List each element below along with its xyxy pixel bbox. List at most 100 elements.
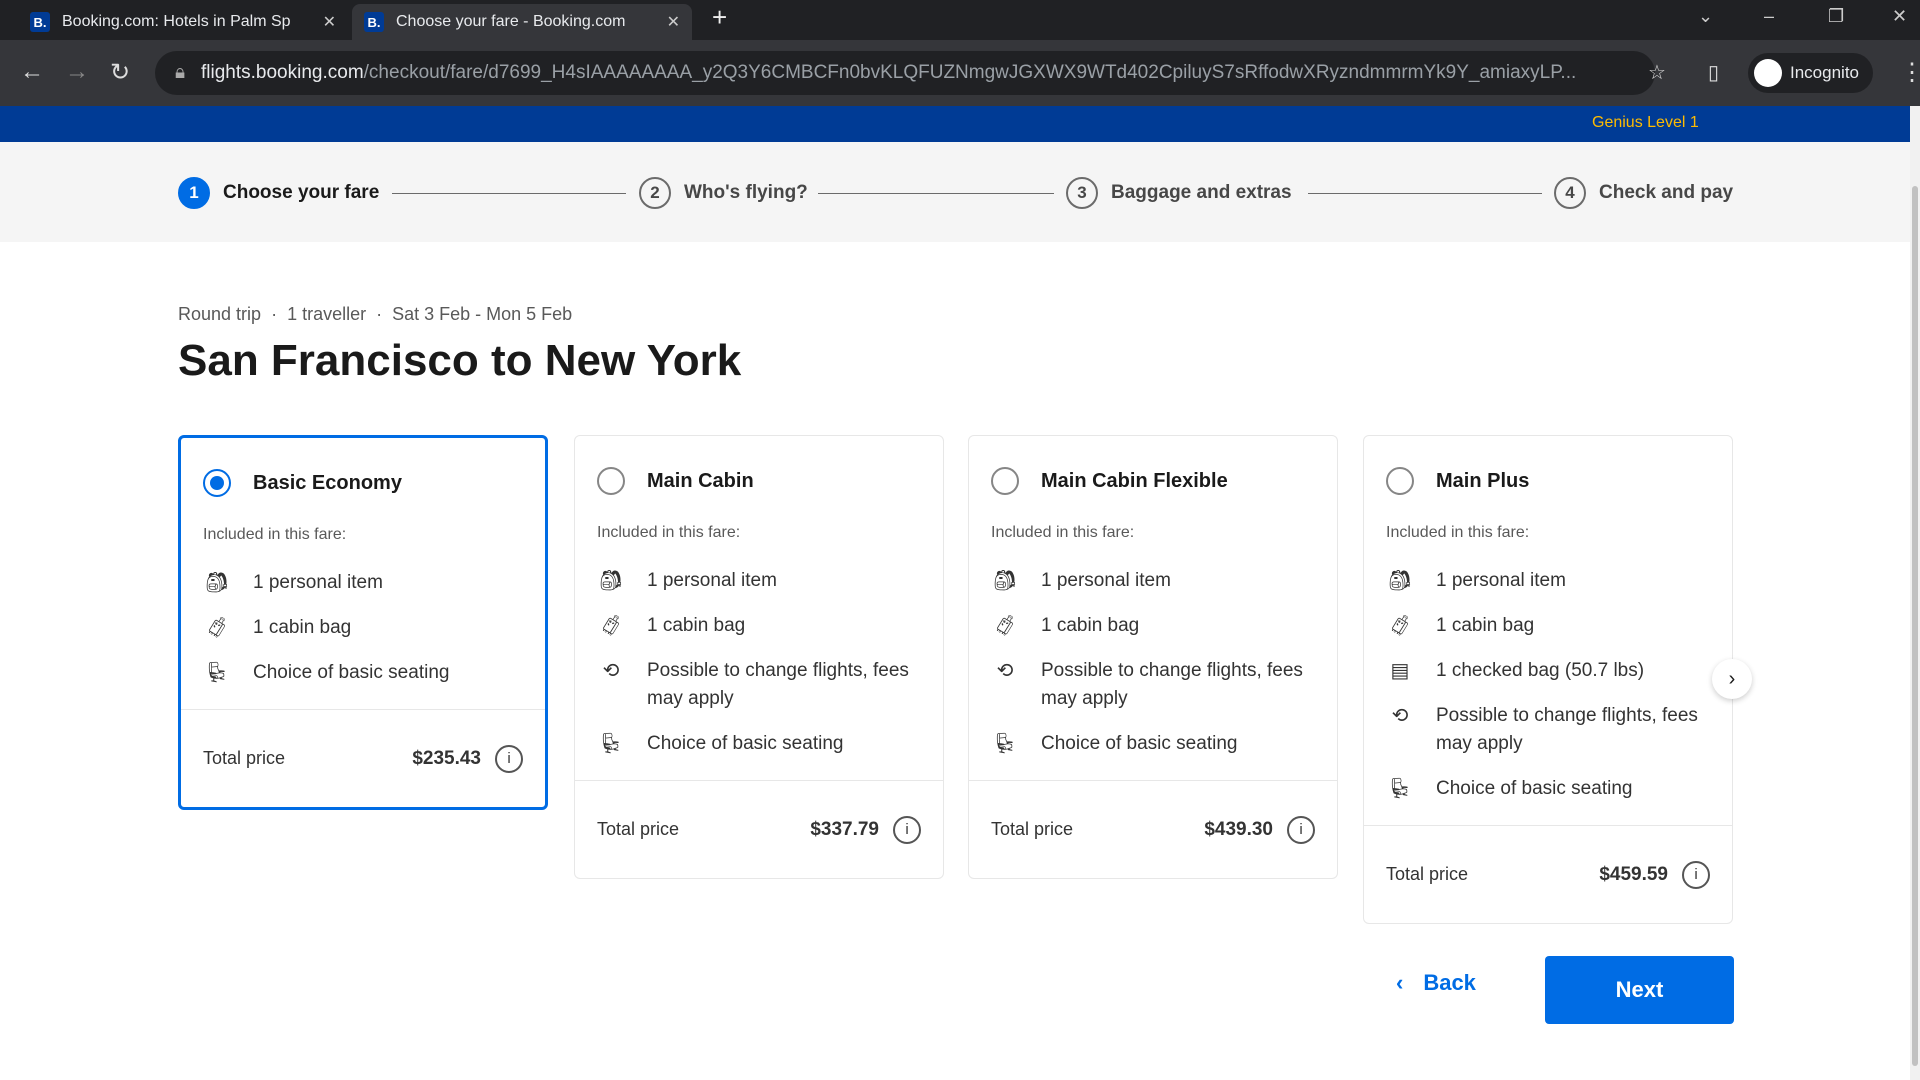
chevron-left-icon: ‹ <box>1396 970 1404 995</box>
fare-card[interactable]: Main Cabin Flexible Included in this far… <box>968 435 1338 879</box>
fare-header[interactable]: Main Cabin <box>575 436 943 502</box>
info-icon[interactable]: i <box>1682 860 1710 889</box>
address-bar-area: ← → ↻ 🔒︎ flights.booking.com/checkout/far… <box>0 40 1920 106</box>
browser-tab-active[interactable]: B. Choose your fare - Booking.com ✕ <box>352 4 692 40</box>
feature-text: Choice of basic seating <box>647 733 844 754</box>
tab-title: Booking.com: Hotels in Palm Sp <box>62 13 291 30</box>
tab-title: Choose your fare - Booking.com <box>396 13 626 30</box>
fare-feature: 💺︎ Choice of basic seating <box>597 730 921 758</box>
incognito-badge[interactable]: Incognito <box>1748 53 1873 93</box>
step-label: Check and pay <box>1599 182 1734 203</box>
booking-header: Genius Level 1 <box>0 106 1910 142</box>
url-path: /checkout/fare/d7699_H4sIAAAAAAAA_y2Q3Y6… <box>363 62 1577 83</box>
fare-feature: 🧳︎ 1 cabin bag <box>597 612 921 640</box>
tab-search-icon[interactable]: ⌄ <box>1698 6 1713 27</box>
fare-radio[interactable] <box>991 467 1019 495</box>
fare-header[interactable]: Main Cabin Flexible <box>969 436 1337 502</box>
fare-feature: 🎒︎ 1 personal item <box>991 567 1315 595</box>
fare-card[interactable]: Basic Economy Included in this fare: 🎒︎ 1 … <box>178 435 548 810</box>
star-icon[interactable]: ☆ <box>1648 60 1666 85</box>
forward-nav-icon[interactable]: → <box>65 58 89 86</box>
back-button[interactable]: ‹ Back <box>1396 970 1476 996</box>
reload-icon[interactable]: ↻ <box>110 58 130 87</box>
feature-text: Possible to change flights, fees may app… <box>1436 705 1698 754</box>
feature-text: Choice of basic seating <box>253 662 450 683</box>
feature-text: 1 cabin bag <box>647 615 746 636</box>
step-baggage: 3 Baggage and extras <box>1066 177 1292 209</box>
total-label: Total price <box>203 748 286 768</box>
fare-name: Main Cabin Flexible <box>1041 469 1228 492</box>
included-label: Included in this fare: <box>991 524 1135 541</box>
fare-price: $337.79 <box>810 818 879 840</box>
fare-price: $459.59 <box>1599 863 1668 885</box>
change-flight-icon: ⟲ <box>602 660 620 682</box>
suitcase-icon: 🧳︎ <box>598 615 624 637</box>
feature-text: 1 cabin bag <box>1041 615 1140 636</box>
close-tab-icon[interactable]: ✕ <box>323 12 336 32</box>
minimize-icon[interactable]: – <box>1764 6 1774 27</box>
fare-price: $235.43 <box>412 747 481 769</box>
fare-feature: 🧳︎ 1 cabin bag <box>991 612 1315 640</box>
step-divider <box>1308 193 1542 194</box>
incognito-icon <box>1754 59 1782 87</box>
new-tab-icon[interactable]: + <box>712 2 727 33</box>
fare-radio[interactable] <box>203 469 231 497</box>
menu-icon[interactable]: ⋮ <box>1900 58 1920 87</box>
checkout-stepper: 1 Choose your fare 2 Who's flying? 3 Baggag… <box>0 142 1910 242</box>
step-label: Who's flying? <box>684 182 808 203</box>
included-label: Included in this fare: <box>203 526 347 543</box>
fare-feature: ⟲ Possible to change flights, fees may ap… <box>597 657 921 713</box>
close-tab-icon[interactable]: ✕ <box>667 12 680 32</box>
next-fares-chevron-icon[interactable]: › <box>1712 659 1752 699</box>
close-window-icon[interactable]: ✕ <box>1892 6 1907 27</box>
feature-text: 1 cabin bag <box>253 617 352 638</box>
lock-icon: 🔒︎ <box>175 62 186 83</box>
genius-level[interactable]: Genius Level 1 <box>1592 114 1699 132</box>
scrollbar-thumb[interactable] <box>1912 186 1918 1066</box>
fare-header[interactable]: Main Plus <box>1364 436 1732 502</box>
step-divider <box>392 193 626 194</box>
step-whos-flying: 2 Who's flying? <box>639 177 808 209</box>
step-number: 3 <box>1066 177 1098 209</box>
suitcase-icon: 🧳︎ <box>992 615 1018 637</box>
info-icon[interactable]: i <box>495 744 523 773</box>
step-number: 2 <box>639 177 671 209</box>
step-label: Baggage and extras <box>1111 182 1292 203</box>
feature-text: 1 cabin bag <box>1436 615 1535 636</box>
back-nav-icon[interactable]: ← <box>20 58 44 86</box>
scrollbar[interactable] <box>1910 106 1920 1080</box>
restore-icon[interactable]: ❐ <box>1828 6 1844 27</box>
back-label: Back <box>1423 970 1476 995</box>
info-icon[interactable]: i <box>1287 815 1315 844</box>
change-flight-icon: ⟲ <box>996 660 1014 682</box>
url-input[interactable]: 🔒︎ flights.booking.com/checkout/fare/d769… <box>155 51 1655 95</box>
fare-total: Total price $439.30 i <box>969 780 1337 878</box>
total-label: Total price <box>1386 864 1469 884</box>
fare-radio[interactable] <box>1386 467 1414 495</box>
suitcase-icon: 🧳︎ <box>204 617 230 639</box>
side-panel-icon[interactable]: ▯ <box>1708 60 1719 85</box>
trip-type: Round trip <box>178 304 262 324</box>
fare-card[interactable]: Main Cabin Included in this fare: 🎒︎ 1 per… <box>574 435 944 879</box>
fare-feature: ⟲ Possible to change flights, fees may ap… <box>1386 702 1710 758</box>
fare-card[interactable]: Main Plus Included in this fare: 🎒︎ 1 pers… <box>1363 435 1733 924</box>
feature-text: 1 personal item <box>647 570 777 591</box>
fare-radio[interactable] <box>597 467 625 495</box>
fare-name: Main Plus <box>1436 469 1530 492</box>
feature-text: Possible to change flights, fees may app… <box>1041 660 1303 709</box>
next-button[interactable]: Next <box>1545 956 1734 1024</box>
backpack-icon: 🎒︎ <box>1387 570 1413 592</box>
suitcase-icon: 🧳︎ <box>1387 615 1413 637</box>
url-host: flights.booking.com <box>201 62 364 83</box>
seat-icon: 💺︎ <box>992 733 1018 755</box>
info-icon[interactable]: i <box>893 815 921 844</box>
fare-feature: 🧳︎ 1 cabin bag <box>203 614 523 642</box>
step-choose-fare: 1 Choose your fare <box>178 177 379 209</box>
seat-icon: 💺︎ <box>204 662 230 684</box>
trip-dates: Sat 3 Feb - Mon 5 Feb <box>392 304 573 324</box>
fare-header[interactable]: Basic Economy <box>181 438 545 504</box>
change-flight-icon: ⟲ <box>1391 705 1409 727</box>
included-label: Included in this fare: <box>1386 524 1530 541</box>
browser-tab[interactable]: B. Booking.com: Hotels in Palm Sp ✕ <box>18 4 348 40</box>
fare-feature: 🎒︎ 1 personal item <box>597 567 921 595</box>
